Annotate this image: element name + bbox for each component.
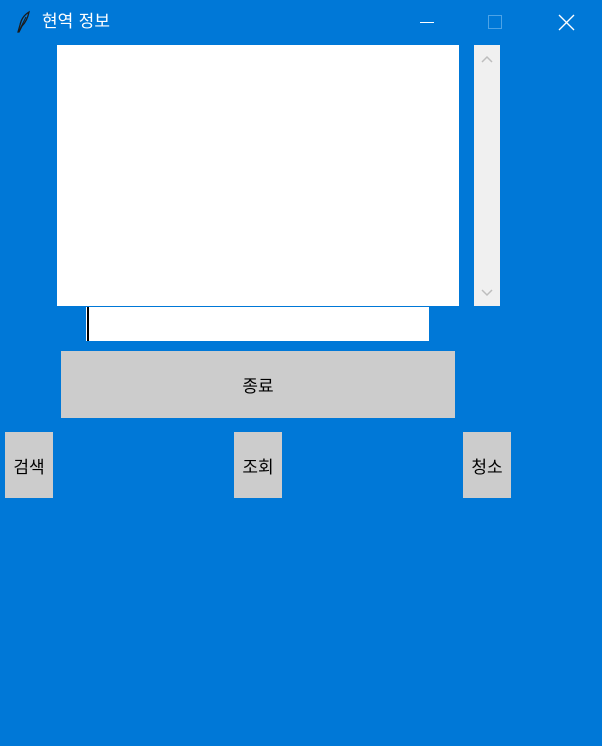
query-input[interactable]: [86, 307, 429, 341]
minimize-icon: [420, 22, 434, 23]
quit-button[interactable]: 종료: [61, 351, 455, 418]
minimize-button[interactable]: [394, 0, 460, 44]
scroll-up-button[interactable]: [474, 47, 500, 73]
search-button[interactable]: 검색: [5, 432, 53, 498]
close-button[interactable]: [534, 0, 600, 44]
window-title: 현역 정보: [42, 12, 110, 32]
vertical-scrollbar[interactable]: [474, 45, 500, 306]
scroll-down-button[interactable]: [474, 281, 500, 307]
clear-button[interactable]: 청소: [463, 432, 511, 498]
result-listbox[interactable]: [57, 45, 459, 306]
feather-icon: [14, 10, 32, 34]
maximize-button[interactable]: [462, 0, 528, 44]
view-button[interactable]: 조회: [234, 432, 282, 498]
maximize-icon: [488, 15, 502, 29]
close-icon: [558, 14, 575, 31]
chevron-down-icon: [481, 289, 493, 297]
main-window: 현역 정보 종료 검색 조회 청소: [0, 0, 602, 746]
title-bar[interactable]: 현역 정보: [0, 0, 602, 44]
chevron-up-icon: [481, 55, 493, 63]
text-caret: [87, 307, 89, 341]
